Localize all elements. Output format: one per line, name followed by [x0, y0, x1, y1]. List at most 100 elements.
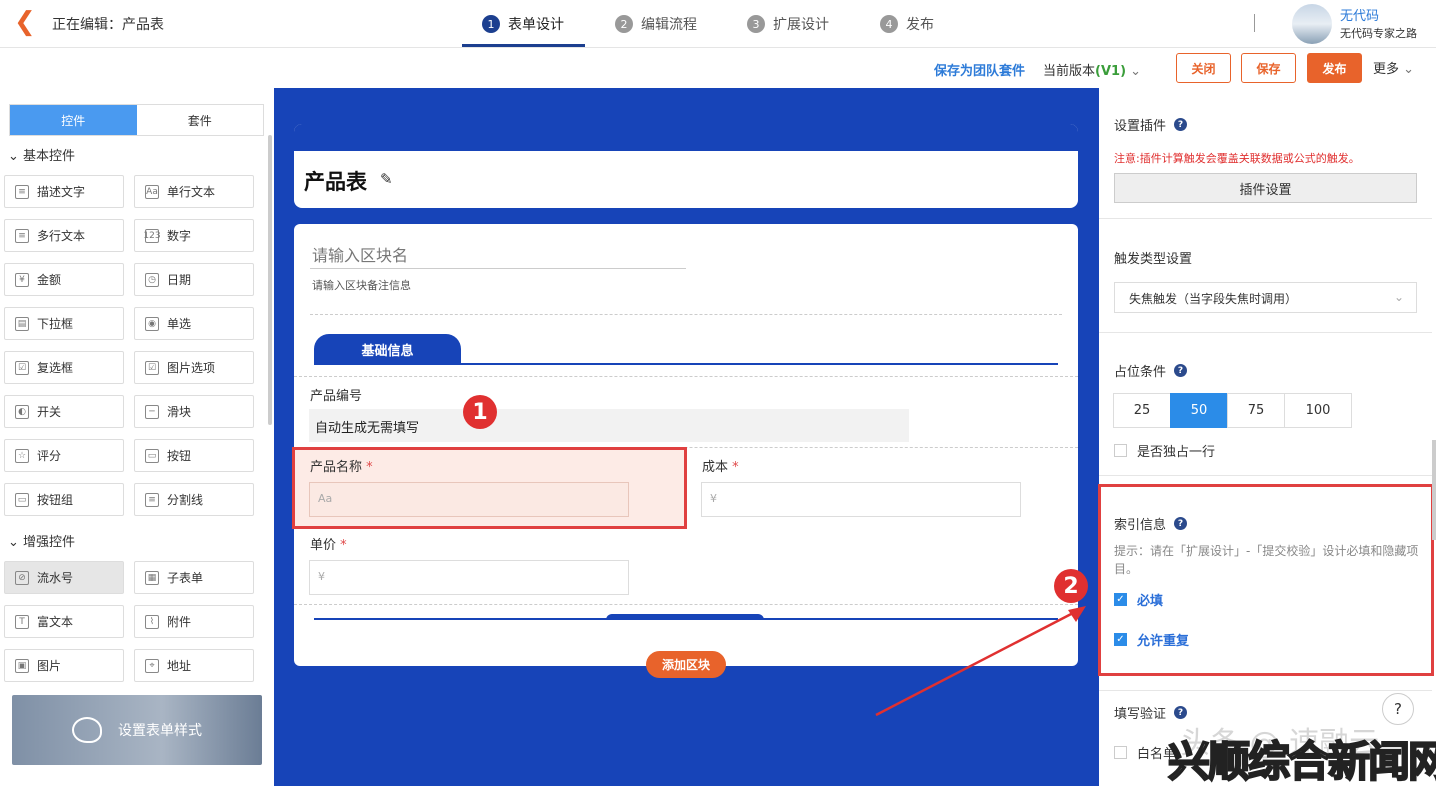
control-item[interactable]: ⌇ 附件	[134, 605, 254, 638]
control-item[interactable]: 123 数字	[134, 219, 254, 252]
form-title[interactable]: 产品表	[304, 166, 367, 196]
product-name-input[interactable]: Aa	[309, 482, 629, 517]
control-icon: ⌖	[145, 658, 159, 673]
question-icon[interactable]: ?	[1174, 517, 1188, 530]
control-item[interactable]: ≡ 多行文本	[4, 219, 124, 252]
chevron-down-icon: ⌄	[1130, 64, 1142, 79]
control-label: 复选框	[37, 361, 74, 375]
own-row-checkbox[interactable]: 是否独占一行	[1114, 441, 1215, 460]
back-arrow-icon[interactable]: ❮	[14, 8, 36, 36]
save-as-team-kit-link[interactable]: 保存为团队套件	[934, 60, 1025, 79]
edit-pencil-icon[interactable]: ✎	[380, 170, 393, 188]
chevron-down-icon: ⌄	[8, 149, 19, 164]
control-item[interactable]: Aa 单行文本	[134, 175, 254, 208]
help-icon[interactable]: ?	[1382, 693, 1414, 725]
control-item[interactable]: ☑ 复选框	[4, 351, 124, 384]
width-option-75[interactable]: 75	[1227, 393, 1285, 428]
label-text: 成本	[702, 460, 729, 475]
tab-extend-design[interactable]: 3 扩展设计	[747, 14, 829, 34]
required-mark: *	[732, 460, 739, 475]
tab-publish[interactable]: 4 发布	[880, 14, 934, 34]
control-item[interactable]: ◷ 日期	[134, 263, 254, 296]
width-option-50[interactable]: 50	[1170, 393, 1228, 428]
enhanced-controls-header[interactable]: ⌄ 增强控件	[8, 531, 75, 550]
control-item[interactable]: T 富文本	[4, 605, 124, 638]
control-label: 富文本	[37, 615, 74, 629]
control-icon: ☑	[15, 360, 29, 375]
control-item[interactable]: ▭ 按钮组	[4, 483, 124, 516]
control-item[interactable]: ≡ 描述文字	[4, 175, 124, 208]
block-remark-input[interactable]: 请输入区块备注信息	[312, 277, 411, 293]
control-icon: ▭	[145, 448, 159, 463]
style-card-label: 设置表单样式	[118, 723, 202, 739]
control-item[interactable]: ⊘ 流水号	[4, 561, 124, 594]
control-icon: Aa	[145, 184, 159, 199]
control-item[interactable]: ¥ 金额	[4, 263, 124, 296]
question-icon[interactable]: ?	[1174, 118, 1188, 131]
more-menu[interactable]: 更多 ⌄	[1373, 58, 1414, 77]
control-icon: 123	[143, 228, 161, 243]
tab-controls[interactable]: 控件	[10, 105, 137, 135]
control-item[interactable]: ☑ 图片选项	[134, 351, 254, 384]
control-item[interactable]: ☆ 评分	[4, 439, 124, 472]
close-button[interactable]: 关闭	[1176, 53, 1231, 83]
control-item[interactable]: ◐ 开关	[4, 395, 124, 428]
user-name[interactable]: 无代码	[1340, 5, 1379, 24]
section-tab-basic-info[interactable]: 基础信息	[314, 334, 461, 364]
control-item[interactable]: ◉ 单选	[134, 307, 254, 340]
publish-button[interactable]: 发布	[1307, 53, 1362, 83]
trigger-type-select[interactable]: 失焦触发（当字段失焦时调用） ⌄	[1114, 282, 1417, 313]
annotation-arrow	[875, 606, 1086, 717]
control-item[interactable]: ▦ 子表单	[134, 561, 254, 594]
editing-title: 正在编辑：产品表	[52, 17, 164, 33]
checkbox-label: 必填	[1137, 594, 1164, 609]
control-item[interactable]: ▭ 按钮	[134, 439, 254, 472]
control-item[interactable]: ⌖ 地址	[134, 649, 254, 682]
avatar[interactable]	[1292, 4, 1332, 44]
control-item[interactable]: ≡ 分割线	[134, 483, 254, 516]
width-option-25[interactable]: 25	[1113, 393, 1171, 428]
whitelist-checkbox[interactable]: 白名单	[1114, 743, 1176, 762]
form-header-strip	[294, 124, 1078, 152]
checkbox-box	[1114, 746, 1127, 759]
step-label: 编辑流程	[641, 17, 697, 33]
basic-controls-header[interactable]: ⌄ 基本控件	[8, 145, 75, 164]
set-form-style-card[interactable]: 设置表单样式	[12, 695, 262, 765]
step-label: 表单设计	[508, 17, 564, 33]
control-label: 滑块	[167, 405, 192, 419]
control-label: 金额	[37, 273, 62, 287]
add-block-button[interactable]: 添加区块	[646, 651, 726, 678]
block-name-input[interactable]: 请输入区块名	[312, 242, 408, 266]
control-label: 数字	[167, 229, 192, 243]
left-tabs: 控件 套件	[9, 104, 264, 136]
control-icon: ─	[145, 404, 159, 419]
price-input[interactable]: ¥	[309, 560, 629, 595]
required-checkbox[interactable]: ✓ 必填	[1114, 590, 1163, 609]
control-label: 描述文字	[37, 185, 86, 199]
control-label: 下拉框	[37, 317, 74, 331]
plugin-settings-button[interactable]: 插件设置	[1114, 173, 1417, 203]
control-icon: T	[15, 614, 29, 629]
width-condition-title: 占位条件 ?	[1114, 361, 1188, 380]
cost-input[interactable]: ¥	[701, 482, 1021, 517]
save-button[interactable]: 保存	[1241, 53, 1296, 83]
tab-kits[interactable]: 套件	[137, 105, 264, 135]
product-no-field[interactable]: 自动生成无需填写	[309, 409, 909, 442]
tab-edit-flow[interactable]: 2 编辑流程	[615, 14, 697, 34]
width-option-100[interactable]: 100	[1284, 393, 1352, 428]
right-scrollbar[interactable]	[1432, 440, 1436, 540]
allow-duplicate-checkbox[interactable]: ✓ 允许重复	[1114, 630, 1189, 649]
left-scrollbar[interactable]	[268, 135, 272, 425]
control-icon: ≡	[145, 492, 159, 507]
control-item[interactable]: ─ 滑块	[134, 395, 254, 428]
question-icon[interactable]: ?	[1174, 364, 1188, 377]
control-item[interactable]: ▤ 下拉框	[4, 307, 124, 340]
version-dropdown[interactable]: 当前版本(V1) ⌄	[1043, 60, 1141, 79]
control-item[interactable]: ▣ 图片	[4, 649, 124, 682]
step-number: 4	[880, 15, 898, 33]
control-label: 开关	[37, 405, 62, 419]
field-label-cost: 成本 *	[702, 456, 739, 475]
required-mark: *	[366, 460, 373, 475]
checkbox-label: 是否独占一行	[1137, 445, 1216, 460]
tab-form-design[interactable]: 1 表单设计	[482, 14, 564, 34]
